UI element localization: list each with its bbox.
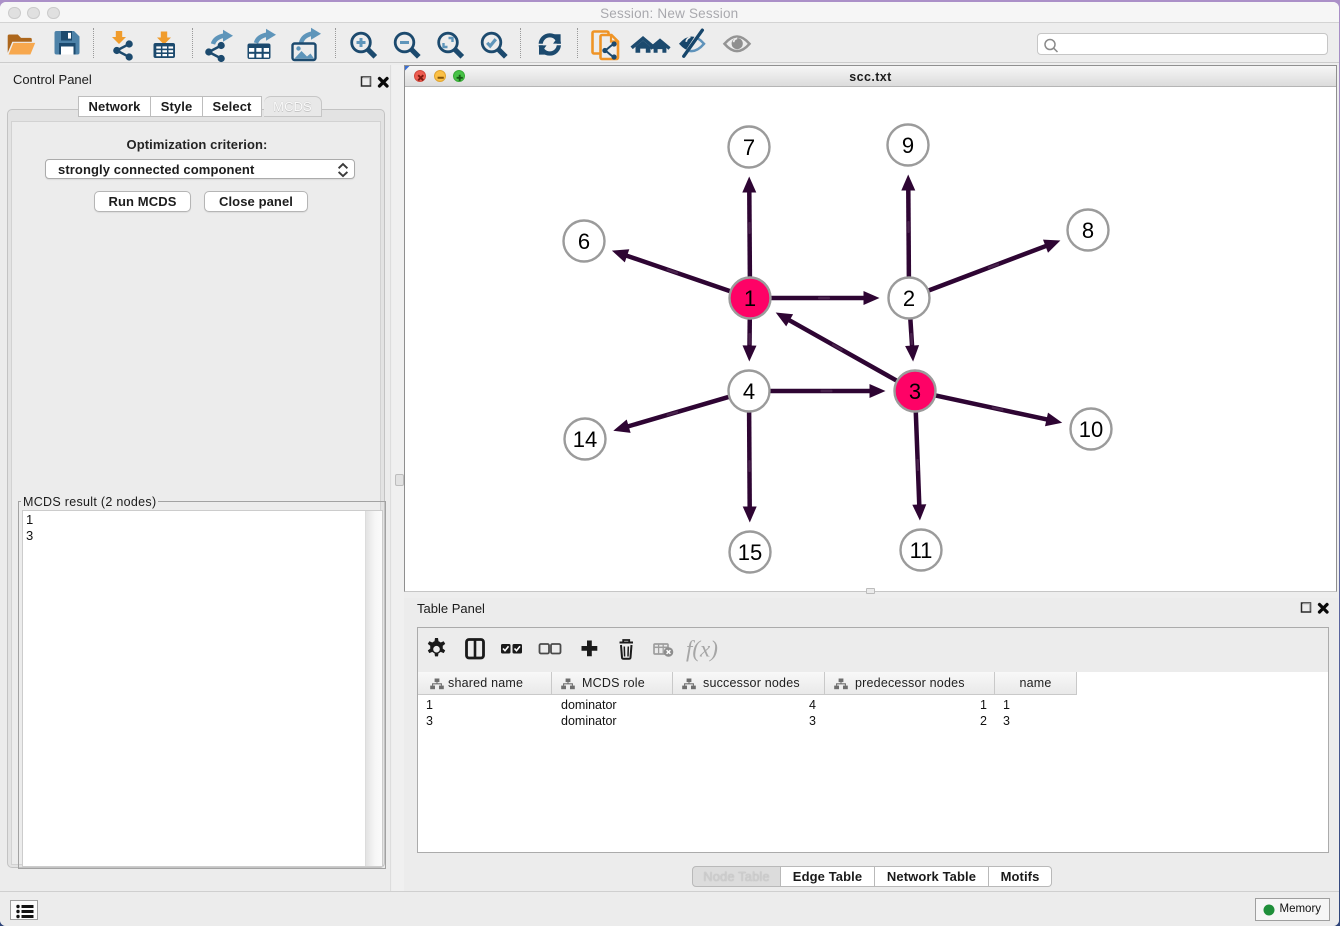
svg-text:11: 11: [910, 538, 933, 563]
svg-text:6: 6: [578, 229, 590, 254]
svg-text:4: 4: [743, 379, 755, 404]
svg-text:10: 10: [1079, 417, 1103, 442]
svg-text:7: 7: [743, 135, 755, 160]
svg-text:9: 9: [902, 133, 914, 158]
svg-text:3: 3: [909, 379, 921, 404]
svg-text:2: 2: [903, 286, 915, 311]
svg-text:15: 15: [738, 540, 762, 565]
svg-text:8: 8: [1082, 218, 1094, 243]
svg-text:1: 1: [744, 286, 756, 311]
svg-text:14: 14: [573, 427, 597, 452]
svg-text:f(x): f(x): [686, 636, 718, 661]
